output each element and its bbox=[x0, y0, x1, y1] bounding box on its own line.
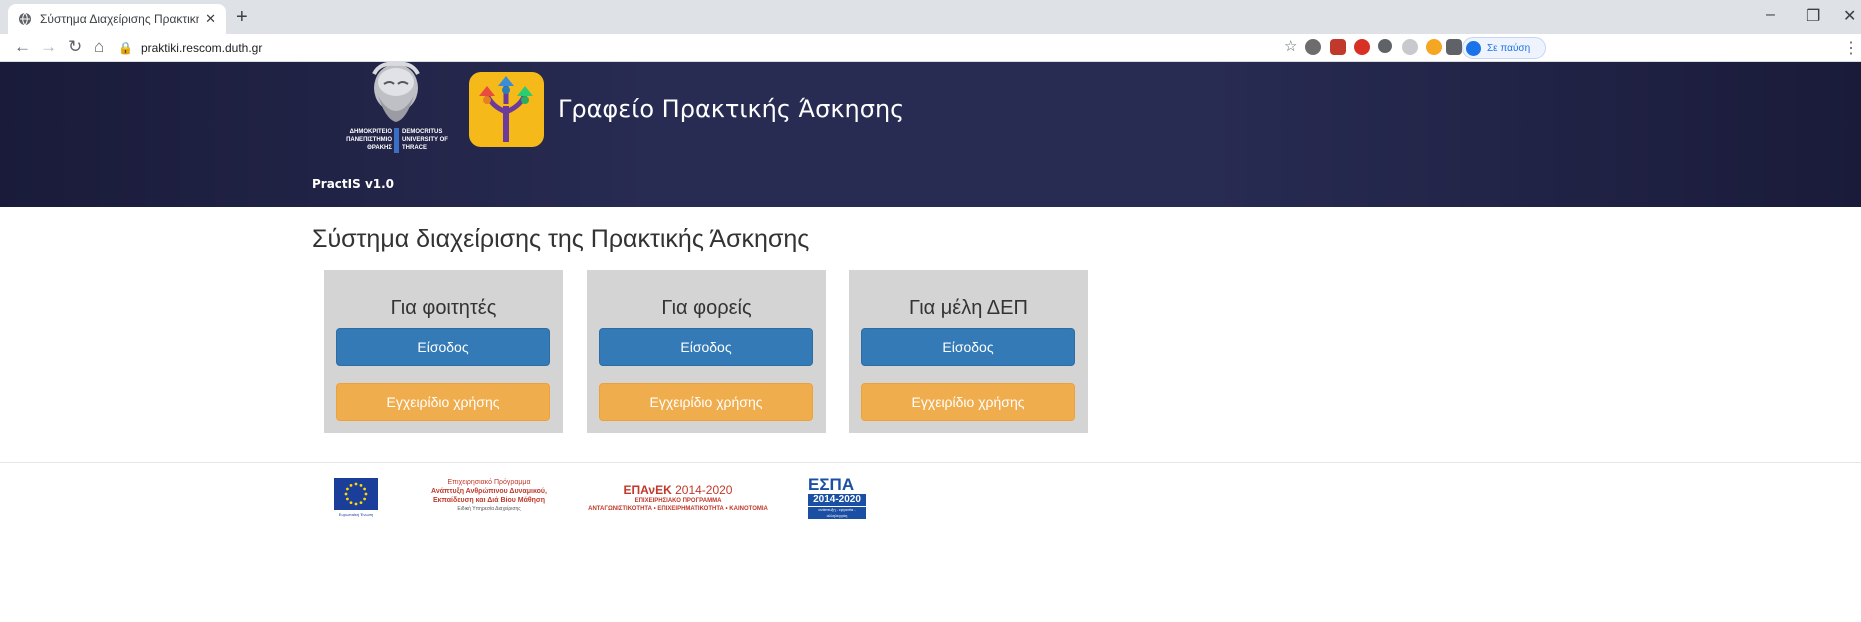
program-line: Ανάπτυξη Ανθρώπινου Δυναμικού, bbox=[431, 488, 547, 495]
star-icon[interactable]: ☆ bbox=[1284, 37, 1297, 57]
close-window-button[interactable]: ✕ bbox=[1843, 6, 1856, 26]
address-bar[interactable]: 🔒 praktiki.rescom.duth.gr bbox=[118, 37, 262, 59]
faculty-login-button[interactable]: Είσοδος bbox=[861, 328, 1075, 366]
page-title: Σύστημα διαχείρισης της Πρακτικής Άσκηση… bbox=[312, 225, 810, 253]
minimize-button[interactable]: – bbox=[1766, 6, 1775, 24]
program-line: Εκπαίδευση και Διά Βίου Μάθηση bbox=[432, 497, 546, 504]
espa-tagline: ανάπτυξη - εργασία - αλληλεγγύη bbox=[808, 507, 866, 519]
university-name-greek: ΔΗΜΟΚΡΙΤΕΙΟ ΠΑΝΕΠΙΣΤΗΜΙΟ ΘΡΑΚΗΣ bbox=[346, 129, 392, 151]
card-students: Για φοιτητές Είσοδος Εγχειρίδιο χρήσης bbox=[324, 270, 563, 433]
back-icon[interactable]: ← bbox=[14, 37, 31, 57]
epanek-title: ΕΠΑνΕΚ 2014-2020 bbox=[623, 483, 733, 497]
browser-toolbar: ← → ↻ ⌂ 🔒 praktiki.rescom.duth.gr ☆ Σε π… bbox=[0, 34, 1861, 62]
footer-divider bbox=[0, 462, 1861, 463]
card-organizations: Για φορείς Είσοδος Εγχειρίδιο χρήσης bbox=[587, 270, 826, 433]
operational-program-logo: Επιχειρησιακό Πρόγραμμα Ανάπτυξη Ανθρώπι… bbox=[404, 478, 574, 514]
university-logo: ΔΗΜΟΚΡΙΤΕΙΟ ΠΑΝΕΠΙΣΤΗΜΙΟ ΘΡΑΚΗΣ DEMOCRIT… bbox=[338, 62, 456, 180]
extension-icon[interactable] bbox=[1402, 39, 1418, 55]
extension-icon[interactable] bbox=[1330, 39, 1346, 55]
new-tab-button[interactable]: + bbox=[236, 6, 248, 28]
democritus-bust-icon bbox=[372, 62, 420, 122]
epanek-logo: ΕΠΑνΕΚ 2014-2020 ΕΠΙΧΕΙΡΗΣΙΑΚΟ ΠΡΟΓΡΑΜΜΑ… bbox=[568, 484, 788, 513]
lock-icon: 🔒 bbox=[118, 41, 133, 55]
espa-title: ΕΣΠΑ bbox=[808, 475, 855, 494]
home-icon[interactable]: ⌂ bbox=[94, 37, 104, 57]
espa-logo: ΕΣΠΑ 2014-2020 ανάπτυξη - εργασία - αλλη… bbox=[808, 476, 868, 519]
students-manual-button[interactable]: Εγχειρίδιο χρήσης bbox=[336, 383, 550, 421]
site-header: ΔΗΜΟΚΡΙΤΕΙΟ ΠΑΝΕΠΙΣΤΗΜΙΟ ΘΡΑΚΗΣ DEMOCRIT… bbox=[0, 62, 1861, 207]
epanek-tagline: ΑΝΤΑΓΩΝΙΣΤΙΚΟΤΗΤΑ • ΕΠΙΧΕΙΡΗΜΑΤΙΚΟΤΗΤΑ •… bbox=[588, 506, 768, 512]
students-login-button[interactable]: Είσοδος bbox=[336, 328, 550, 366]
reload-icon[interactable]: ↻ bbox=[68, 37, 82, 57]
adblock-icon[interactable] bbox=[1354, 39, 1370, 55]
globe-icon bbox=[19, 12, 31, 26]
eu-stars-icon bbox=[344, 482, 368, 506]
browser-tab-bar: Σύστημα Διαχείρισης Πρακτική ✕ + – ❐ ✕ bbox=[0, 0, 1861, 34]
profile-button[interactable]: Σε παύση bbox=[1462, 37, 1546, 59]
tab-close-icon[interactable]: ✕ bbox=[205, 11, 216, 27]
card-title: Για μέλη ΔΕΠ bbox=[909, 297, 1028, 319]
puzzle-icon[interactable] bbox=[1446, 39, 1462, 55]
site-title: Γραφείο Πρακτικής Άσκησης bbox=[558, 95, 905, 123]
avatar bbox=[1466, 40, 1481, 56]
app-version: PractIS v1.0 bbox=[312, 177, 395, 191]
url-text: praktiki.rescom.duth.gr bbox=[140, 41, 263, 55]
signpost-icon bbox=[479, 76, 533, 142]
browser-tab[interactable]: Σύστημα Διαχείρισης Πρακτική ✕ bbox=[8, 4, 226, 34]
card-faculty: Για μέλη ΔΕΠ Είσοδος Εγχειρίδιο χρήσης bbox=[849, 270, 1088, 433]
epanek-subtitle: ΕΠΙΧΕΙΡΗΣΙΑΚΟ ΠΡΟΓΡΑΜΜΑ bbox=[634, 498, 722, 504]
university-name-english: DEMOCRITUS UNIVERSITY OF THRACE bbox=[402, 129, 448, 151]
program-line: Επιχειρησιακό Πρόγραμμα bbox=[447, 479, 531, 486]
faculty-manual-button[interactable]: Εγχειρίδιο χρήσης bbox=[861, 383, 1075, 421]
espa-years: 2014-2020 bbox=[808, 494, 866, 506]
extension-icon[interactable] bbox=[1378, 39, 1392, 53]
card-title: Για φορείς bbox=[661, 297, 752, 319]
logo-divider bbox=[394, 128, 399, 153]
organizations-login-button[interactable]: Είσοδος bbox=[599, 328, 813, 366]
app-logo bbox=[469, 72, 544, 147]
forward-icon[interactable]: → bbox=[40, 37, 57, 57]
menu-dots-icon[interactable]: ⋮ bbox=[1843, 38, 1859, 58]
profile-label: Σε παύση bbox=[1487, 42, 1531, 54]
extension-icon[interactable] bbox=[1426, 39, 1442, 55]
card-title: Για φοιτητές bbox=[390, 297, 497, 319]
eu-flag-logo bbox=[334, 478, 378, 510]
eu-caption: Ευρωπαϊκή Ένωση bbox=[338, 512, 374, 517]
program-line: Ειδική Υπηρεσία Διαχείρισης bbox=[457, 506, 521, 512]
extension-icon[interactable] bbox=[1305, 39, 1321, 55]
maximize-button[interactable]: ❐ bbox=[1806, 6, 1820, 26]
organizations-manual-button[interactable]: Εγχειρίδιο χρήσης bbox=[599, 383, 813, 421]
tab-title: Σύστημα Διαχείρισης Πρακτική bbox=[40, 12, 200, 26]
